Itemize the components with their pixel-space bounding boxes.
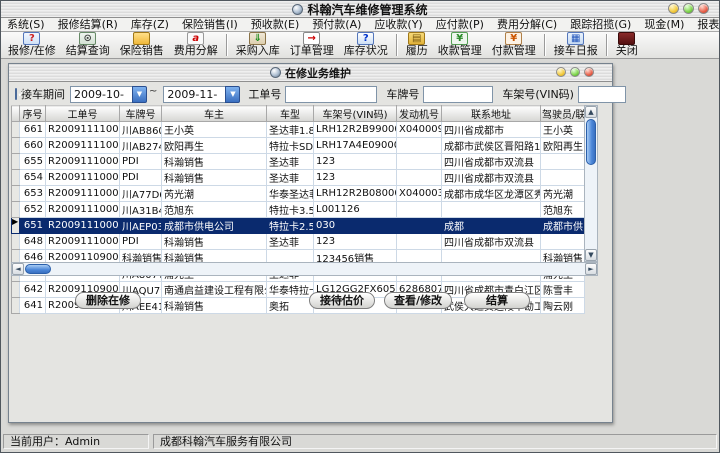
menu-system[interactable]: 系统(S) xyxy=(7,18,45,31)
chevron-down-icon[interactable]: ▼ xyxy=(225,86,240,103)
scroll-left-icon[interactable]: ◄ xyxy=(12,263,24,275)
status-bar: 当前用户：Admin 成都科翰汽车服务有限公司 xyxy=(1,432,719,452)
chevron-down-icon[interactable]: ▼ xyxy=(132,86,147,103)
menu-receivables[interactable]: 应收款(Y) xyxy=(374,18,422,31)
company-name-status: 成都科翰汽车服务有限公司 xyxy=(153,434,717,449)
app-logo-icon xyxy=(292,4,303,15)
current-user-status: 当前用户：Admin xyxy=(3,434,149,449)
vertical-scroll-track[interactable] xyxy=(585,118,597,249)
date-to-value: 2009-11-12 xyxy=(163,86,225,103)
delete-in-service-button[interactable]: 删除在修 xyxy=(75,292,141,309)
inner-window-titlebar[interactable]: 在修业务维护 xyxy=(9,64,612,82)
table-row[interactable]: 652R200911100005川A31B48范旭东特拉卡3.5LL001126… xyxy=(12,202,585,218)
toolbar-payments-management[interactable]: ¥ 付款管理 xyxy=(487,31,541,57)
work-order-input[interactable] xyxy=(285,86,377,103)
date-from-value: 2009-10-13 xyxy=(70,86,132,103)
toolbar-repair-in-service[interactable]: ? 报修/在修 xyxy=(3,31,61,57)
col-vin[interactable]: 车架号(VIN码) xyxy=(314,106,397,122)
inner-minimize-button[interactable] xyxy=(556,67,566,77)
toolbar-purchase-inbound[interactable]: ⇓ 采购入库 xyxy=(231,31,285,57)
toolbar-order-management[interactable]: → 订单管理 xyxy=(285,31,339,57)
vertical-scroll-thumb[interactable] xyxy=(586,119,596,165)
close-button[interactable] xyxy=(698,3,709,14)
toolbar-vehicle-daily-report[interactable]: ▦ 接车日报 xyxy=(549,31,603,57)
toolbar-separator xyxy=(396,34,398,56)
inner-maximize-button[interactable] xyxy=(570,67,580,77)
horizontal-scroll-thumb[interactable] xyxy=(25,264,51,274)
menu-follow-up[interactable]: 跟踪招揽(G) xyxy=(570,18,631,31)
col-driver[interactable]: 驾驶员/联 xyxy=(541,106,585,122)
toolbar-close[interactable]: 关闭 xyxy=(611,31,643,57)
col-address[interactable]: 联系地址 xyxy=(442,106,541,122)
view-edit-button[interactable]: 查看/修改 xyxy=(384,292,452,309)
date-to-combobox[interactable]: 2009-11-12 ▼ xyxy=(163,86,240,103)
menu-cash[interactable]: 现金(M) xyxy=(644,18,684,31)
table-row[interactable]: 655R200911100008PDI科瀚销售圣达菲123四川省成都市双流县 xyxy=(12,154,585,170)
client-area: 在修业务维护 接车期间 2009-10-13 ▼ ~ 2009-11-1 xyxy=(1,59,719,434)
date-range-separator: ~ xyxy=(149,86,157,97)
toolbar-separator xyxy=(606,34,608,56)
gutter-header xyxy=(12,106,20,122)
vin-label: 车架号(VIN码) xyxy=(502,86,574,102)
table-row[interactable]: 648R200911100001PDI科瀚销售圣达菲123四川省成都市双流县 xyxy=(12,234,585,250)
minimize-button[interactable] xyxy=(668,3,679,14)
vertical-scrollbar[interactable]: ▲ ▼ xyxy=(584,105,598,262)
toolbar-separator xyxy=(544,34,546,56)
col-plate[interactable]: 车牌号 xyxy=(120,106,162,122)
scroll-right-icon[interactable]: ► xyxy=(585,263,597,275)
menu-bar: 系统(S) 报修结算(R) 库存(Z) 保险销售(I) 预收款(E) 预付款(A… xyxy=(1,18,719,32)
col-owner[interactable]: 车主 xyxy=(162,106,267,122)
table-row[interactable]: 661R200911110003川AB860W王小英圣达菲1.8TLRH12R2… xyxy=(12,122,585,138)
reception-estimate-button[interactable]: 接待估价 xyxy=(309,292,375,309)
table-header-row: 序号 工单号 车牌号 车主 车型 车架号(VIN码) 发动机号 联系地址 驾驶员… xyxy=(12,106,585,122)
col-seq[interactable]: 序号 xyxy=(20,106,46,122)
settle-button[interactable]: 结算 xyxy=(464,292,530,309)
date-range-label: 接车期间 xyxy=(21,86,65,102)
horizontal-scrollbar[interactable]: ◄ ► xyxy=(11,262,598,276)
date-from-combobox[interactable]: 2009-10-13 ▼ xyxy=(70,86,147,103)
menu-reports[interactable]: 报表(T) xyxy=(697,18,720,31)
menu-payables[interactable]: 应付款(P) xyxy=(436,18,484,31)
menu-advance-receipts[interactable]: 预收款(E) xyxy=(251,18,300,31)
app-title: 科翰汽车维修管理系统 xyxy=(307,1,427,18)
action-button-row: 删除在修 接待估价 查看/修改 结算 xyxy=(9,292,612,312)
toolbar-history[interactable]: ▤ 履历 xyxy=(401,31,433,57)
app-titlebar[interactable]: 科翰汽车维修管理系统 xyxy=(1,1,719,18)
app-window: 科翰汽车维修管理系统 系统(S) 报修结算(R) 库存(Z) 保险销售(I) 预… xyxy=(0,0,720,453)
filter-bar: 接车期间 2009-10-13 ▼ ~ 2009-11-12 ▼ 工单号 车牌号… xyxy=(9,83,612,105)
toolbar-receipts-management[interactable]: ¥ 收款管理 xyxy=(433,31,487,57)
menu-inventory[interactable]: 库存(Z) xyxy=(131,18,169,31)
toolbar-settlement-query[interactable]: ⊙ 结算查询 xyxy=(61,31,115,57)
toolbar-expense-split[interactable]: a 费用分解 xyxy=(169,31,223,57)
inner-window-title: 在修业务维护 xyxy=(285,65,351,81)
plate-label: 车牌号 xyxy=(386,86,419,102)
table-row-selected[interactable]: 651R200911100004川AEP030成都市供电公司特拉卡2.5030成… xyxy=(12,218,585,234)
col-model[interactable]: 车型 xyxy=(267,106,314,122)
table-row[interactable]: 660R200911110002川AB274M欧阳再生特拉卡SDN64LRH17… xyxy=(12,138,585,154)
maximize-button[interactable] xyxy=(683,3,694,14)
menu-expense-split[interactable]: 费用分解(C) xyxy=(497,18,557,31)
inner-close-button[interactable] xyxy=(584,67,594,77)
toolbar-insurance-sales[interactable]: 保险销售 xyxy=(115,31,169,57)
inner-window-icon xyxy=(270,67,281,78)
toolbar: ? 报修/在修 ⊙ 结算查询 保险销售 a 费用分解 ⇓ 采购入库 → 订单管理… xyxy=(1,32,719,59)
menu-insurance-sales[interactable]: 保险销售(I) xyxy=(182,18,238,31)
col-engine[interactable]: 发动机号 xyxy=(397,106,442,122)
table-row[interactable]: 653R200911100006川A77D68芮光潮华泰圣达菲LRH12R2B0… xyxy=(12,186,585,202)
table-row[interactable]: 654R200911100007PDI科瀚销售圣达菲123四川省成都市双流县 xyxy=(12,170,585,186)
horizontal-scroll-track[interactable] xyxy=(24,264,585,274)
menu-repair-settlement[interactable]: 报修结算(R) xyxy=(58,18,118,31)
scroll-up-icon[interactable]: ▲ xyxy=(585,106,597,118)
vin-input[interactable] xyxy=(578,86,626,103)
toolbar-separator xyxy=(226,34,228,56)
col-work-order[interactable]: 工单号 xyxy=(46,106,120,122)
plate-input[interactable] xyxy=(423,86,493,103)
menu-advance-payments[interactable]: 预付款(A) xyxy=(312,18,361,31)
scroll-down-icon[interactable]: ▼ xyxy=(585,249,597,261)
in-service-maintenance-window: 在修业务维护 接车期间 2009-10-13 ▼ ~ 2009-11-1 xyxy=(8,63,613,423)
in-service-table: 序号 工单号 车牌号 车主 车型 车架号(VIN码) 发动机号 联系地址 驾驶员… xyxy=(11,105,598,276)
toolbar-stock-status[interactable]: ? 库存状况 xyxy=(339,31,393,57)
date-range-checkbox[interactable] xyxy=(15,88,17,100)
work-order-label: 工单号 xyxy=(248,86,281,102)
